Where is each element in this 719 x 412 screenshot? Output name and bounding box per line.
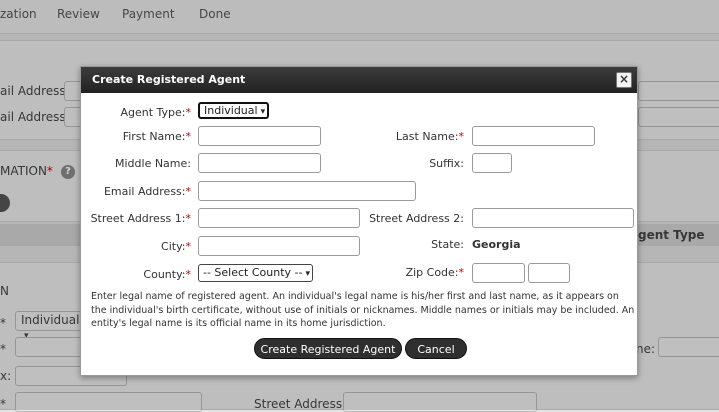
street2-label: Street Address 2: — [369, 212, 464, 225]
city-input[interactable] — [198, 236, 360, 256]
street2-input[interactable] — [472, 208, 634, 228]
zip-label: Zip Code:* — [405, 266, 464, 279]
last-name-input[interactable] — [472, 126, 595, 146]
create-agent-button[interactable]: Create Registered Agent — [254, 338, 402, 359]
middle-name-label: Middle Name: — [115, 157, 191, 170]
county-label: County:* — [143, 268, 191, 281]
street1-label: Street Address 1:* — [90, 212, 191, 225]
agent-type-label: Agent Type:* — [120, 106, 191, 119]
street1-input[interactable] — [198, 208, 360, 228]
middle-name-input[interactable] — [198, 153, 321, 173]
zip-input[interactable] — [472, 263, 525, 283]
close-icon[interactable]: × — [616, 72, 632, 88]
first-name-label: First Name:* — [122, 130, 191, 143]
suffix-label: Suffix: — [429, 157, 464, 170]
cancel-button[interactable]: Cancel — [405, 338, 467, 359]
email-label: Email Address:* — [103, 185, 191, 198]
agent-type-select[interactable]: Individual ▾ — [198, 102, 269, 119]
chevron-down-icon: ▾ — [305, 269, 311, 279]
county-select[interactable]: -- Select County -- ▾ — [198, 264, 313, 282]
dialog-title: Create Registered Agent — [92, 73, 246, 86]
chevron-down-icon: ▾ — [260, 107, 266, 117]
last-name-label: Last Name:* — [395, 130, 464, 143]
suffix-input[interactable] — [472, 153, 512, 173]
state-value: Georgia — [472, 238, 521, 251]
legal-name-note: Enter legal name of registered agent. An… — [91, 291, 635, 329]
dialog-title-bar: Create Registered Agent × — [81, 67, 637, 93]
zip-ext-input[interactable] — [528, 263, 570, 283]
email-input[interactable] — [198, 181, 416, 201]
state-label: State: — [431, 238, 464, 251]
first-name-input[interactable] — [198, 126, 321, 146]
city-label: City:* — [161, 240, 191, 253]
create-agent-dialog: Create Registered Agent × Agent Type:* I… — [80, 66, 638, 376]
